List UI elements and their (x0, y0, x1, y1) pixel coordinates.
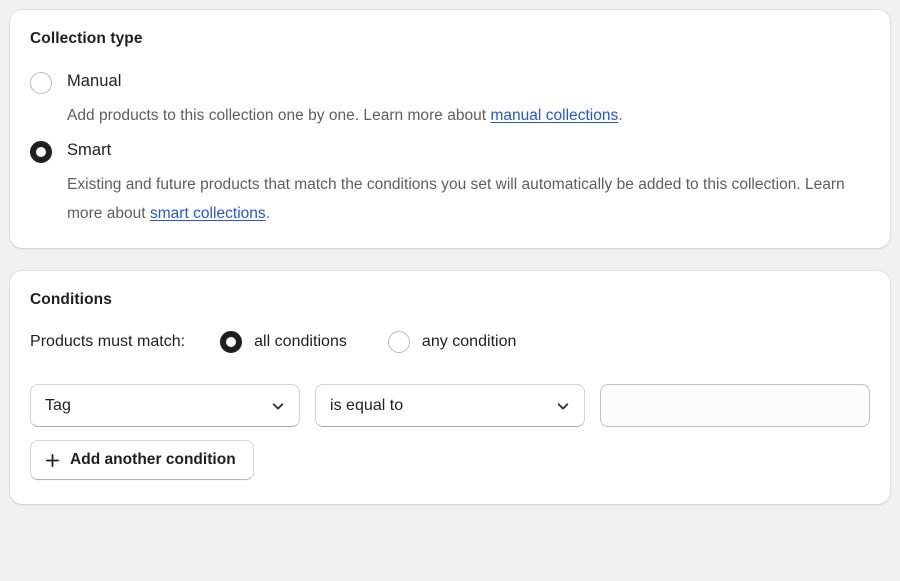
add-another-condition-button[interactable]: Add another condition (30, 440, 254, 481)
radio-smart-label: Smart (67, 140, 112, 159)
radio-any-condition-label: any condition (421, 333, 517, 351)
radio-any-condition-indicator[interactable] (387, 331, 410, 354)
conditions-heading: Conditions (30, 290, 112, 308)
condition-field-value: Tag (45, 396, 71, 414)
manual-collections-link[interactable]: manual collections (490, 107, 618, 124)
products-must-match-row: Products must match: all conditions any … (30, 331, 870, 354)
radio-option-any-condition[interactable]: any condition (387, 331, 517, 354)
smart-description: Existing and future products that match … (67, 170, 867, 228)
manual-description-text-after: . (618, 106, 623, 124)
radio-all-conditions-indicator[interactable] (220, 331, 243, 354)
radio-smart-indicator[interactable] (30, 140, 52, 163)
page-root: Collection type Manual Add products to t… (0, 0, 900, 581)
chevron-down-icon (557, 403, 569, 410)
collection-type-heading: Collection type (30, 30, 143, 47)
collection-type-card: Collection type Manual Add products to t… (10, 10, 890, 248)
condition-operator-value: is equal to (330, 396, 404, 414)
manual-description-text-before: Add products to this collection one by o… (67, 106, 491, 124)
condition-value-input[interactable] (600, 384, 870, 428)
radio-all-conditions-label: all conditions (254, 333, 347, 351)
radio-option-manual[interactable]: Manual (30, 70, 870, 94)
condition-field-select[interactable]: Tag (30, 384, 300, 428)
plus-icon (45, 453, 60, 467)
radio-manual-label: Manual (67, 71, 122, 90)
smart-description-text-after: . (265, 204, 271, 222)
condition-row: Tag is equal to (30, 384, 870, 428)
products-must-match-label: Products must match: (30, 333, 186, 351)
chevron-down-icon (272, 403, 284, 410)
radio-option-all-conditions[interactable]: all conditions (220, 331, 347, 354)
conditions-card: Conditions Products must match: all cond… (10, 270, 890, 505)
collection-type-radio-group: Manual Add products to this collection o… (30, 70, 870, 228)
add-another-condition-label: Add another condition (70, 451, 236, 469)
smart-collections-link[interactable]: smart collections (150, 205, 266, 222)
radio-option-smart[interactable]: Smart (30, 139, 870, 163)
condition-operator-select[interactable]: is equal to (315, 384, 585, 428)
radio-manual-indicator[interactable] (30, 71, 52, 94)
manual-description: Add products to this collection one by o… (67, 101, 867, 130)
